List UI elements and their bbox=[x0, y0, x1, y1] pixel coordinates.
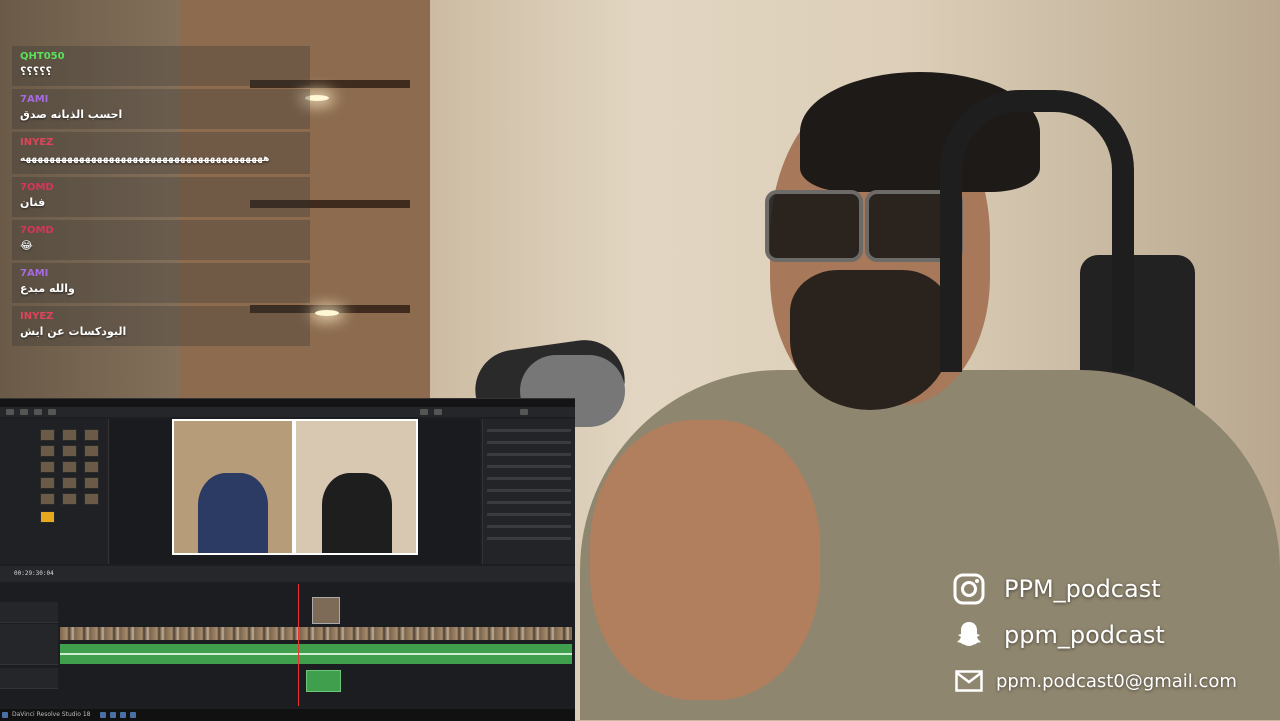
playhead[interactable] bbox=[298, 584, 299, 706]
instagram-handle: PPM_podcast bbox=[1004, 575, 1161, 603]
chat-text: فنان bbox=[20, 196, 46, 209]
mail-icon bbox=[952, 664, 986, 698]
editor-menubar[interactable] bbox=[0, 399, 575, 407]
taskbar-app-icon[interactable] bbox=[120, 712, 126, 718]
media-thumbnail[interactable] bbox=[62, 429, 77, 441]
viewer-panel[interactable] bbox=[110, 419, 480, 564]
chat-message: 7AMI والله مبدع bbox=[12, 263, 310, 303]
media-thumbnail[interactable] bbox=[40, 493, 55, 505]
chat-message: 7AMI احسب الذبانه صدق bbox=[12, 89, 310, 129]
audio-clip[interactable] bbox=[306, 670, 341, 692]
media-thumbnail[interactable] bbox=[84, 445, 99, 457]
chat-username: INYEZ bbox=[20, 137, 54, 148]
chat-text: والله مبدع bbox=[20, 282, 75, 295]
media-thumbnail[interactable] bbox=[40, 445, 55, 457]
snapchat-row: ppm_podcast bbox=[952, 612, 1237, 658]
timeline[interactable] bbox=[0, 584, 575, 706]
snapchat-icon bbox=[952, 618, 986, 652]
headphones bbox=[940, 90, 1134, 372]
video-clip[interactable] bbox=[312, 597, 340, 624]
media-thumbnail[interactable] bbox=[84, 477, 99, 489]
media-thumbnail[interactable] bbox=[84, 461, 99, 473]
chat-text: هههههههههههههههههههههههههههههههههههههههه… bbox=[20, 154, 270, 164]
audio-track[interactable] bbox=[60, 644, 572, 664]
chat-text: ؟؟؟؟؟ bbox=[20, 65, 52, 78]
toolbar-button[interactable] bbox=[48, 409, 56, 415]
video-editor-window: 00:29:30:04 DaVinci Resolve Studio 18 bbox=[0, 398, 575, 721]
chat-username: 7AMI bbox=[20, 268, 49, 279]
social-handles: PPM_podcast ppm_podcast ppm.podcast0@gma… bbox=[952, 566, 1237, 704]
media-thumbnail[interactable] bbox=[62, 445, 77, 457]
media-thumbnail[interactable] bbox=[84, 493, 99, 505]
audio-waveform bbox=[60, 653, 572, 655]
media-thumbnail[interactable] bbox=[40, 461, 55, 473]
email-row: ppm.podcast0@gmail.com bbox=[952, 658, 1237, 704]
video-preview[interactable] bbox=[172, 419, 418, 555]
timeline-header: 00:29:30:04 bbox=[0, 566, 575, 582]
inspector-panel[interactable] bbox=[482, 419, 575, 564]
toolbar-button[interactable] bbox=[34, 409, 42, 415]
media-thumbnail[interactable] bbox=[62, 477, 77, 489]
instagram-icon bbox=[952, 572, 986, 606]
media-thumbnail-selected[interactable] bbox=[40, 511, 55, 523]
taskbar-app-icon[interactable] bbox=[110, 712, 116, 718]
media-thumbnail[interactable] bbox=[40, 429, 55, 441]
taskbar: DaVinci Resolve Studio 18 bbox=[0, 709, 575, 721]
track-header-v1[interactable] bbox=[0, 624, 58, 645]
taskbar-app-label[interactable]: DaVinci Resolve Studio 18 bbox=[12, 711, 90, 718]
toolbar-button[interactable] bbox=[420, 409, 428, 415]
preview-left-speaker bbox=[174, 421, 292, 553]
snapchat-handle: ppm_podcast bbox=[1004, 621, 1165, 649]
chat-text: البودكسات عن ايش bbox=[20, 325, 127, 338]
track-header-a1[interactable] bbox=[0, 644, 58, 665]
media-thumbnail[interactable] bbox=[40, 477, 55, 489]
chat-text: احسب الذبانه صدق bbox=[20, 108, 123, 121]
chat-text: 😂 bbox=[20, 239, 33, 252]
timecode: 00:29:30:04 bbox=[14, 570, 54, 577]
chat-message: 7OMD فنان bbox=[12, 177, 310, 217]
chat-username: 7OMD bbox=[20, 225, 54, 236]
media-thumbnail[interactable] bbox=[62, 461, 77, 473]
media-thumbnail[interactable] bbox=[62, 493, 77, 505]
toolbar-button[interactable] bbox=[520, 409, 528, 415]
media-pool[interactable] bbox=[0, 419, 109, 564]
chat-message: INYEZ البودكسات عن ايش bbox=[12, 306, 310, 346]
hands bbox=[590, 420, 820, 700]
windows-icon[interactable] bbox=[2, 712, 8, 718]
video-track[interactable] bbox=[60, 627, 572, 640]
chat-username: 7AMI bbox=[20, 94, 49, 105]
chat-message: QHT050 ؟؟؟؟؟ bbox=[12, 46, 310, 86]
chat-username: QHT050 bbox=[20, 51, 65, 62]
editor-toolbar bbox=[0, 407, 575, 417]
beard bbox=[790, 270, 950, 410]
chat-message: 7OMD 😂 bbox=[12, 220, 310, 260]
instagram-row: PPM_podcast bbox=[952, 566, 1237, 612]
track-header-a2[interactable] bbox=[0, 668, 58, 689]
toolbar-button[interactable] bbox=[20, 409, 28, 415]
email-address: ppm.podcast0@gmail.com bbox=[996, 670, 1237, 692]
chat-overlay: QHT050 ؟؟؟؟؟ 7AMI احسب الذبانه صدق INYEZ… bbox=[12, 46, 310, 349]
chat-message: INYEZ هههههههههههههههههههههههههههههههههه… bbox=[12, 132, 310, 174]
preview-right-speaker bbox=[296, 421, 416, 553]
chat-username: INYEZ bbox=[20, 311, 54, 322]
toolbar-button[interactable] bbox=[6, 409, 14, 415]
chat-username: 7OMD bbox=[20, 182, 54, 193]
toolbar-button[interactable] bbox=[434, 409, 442, 415]
taskbar-app-icon[interactable] bbox=[100, 712, 106, 718]
taskbar-app-icon[interactable] bbox=[130, 712, 136, 718]
track-header-v2[interactable] bbox=[0, 602, 58, 623]
media-thumbnail[interactable] bbox=[84, 429, 99, 441]
